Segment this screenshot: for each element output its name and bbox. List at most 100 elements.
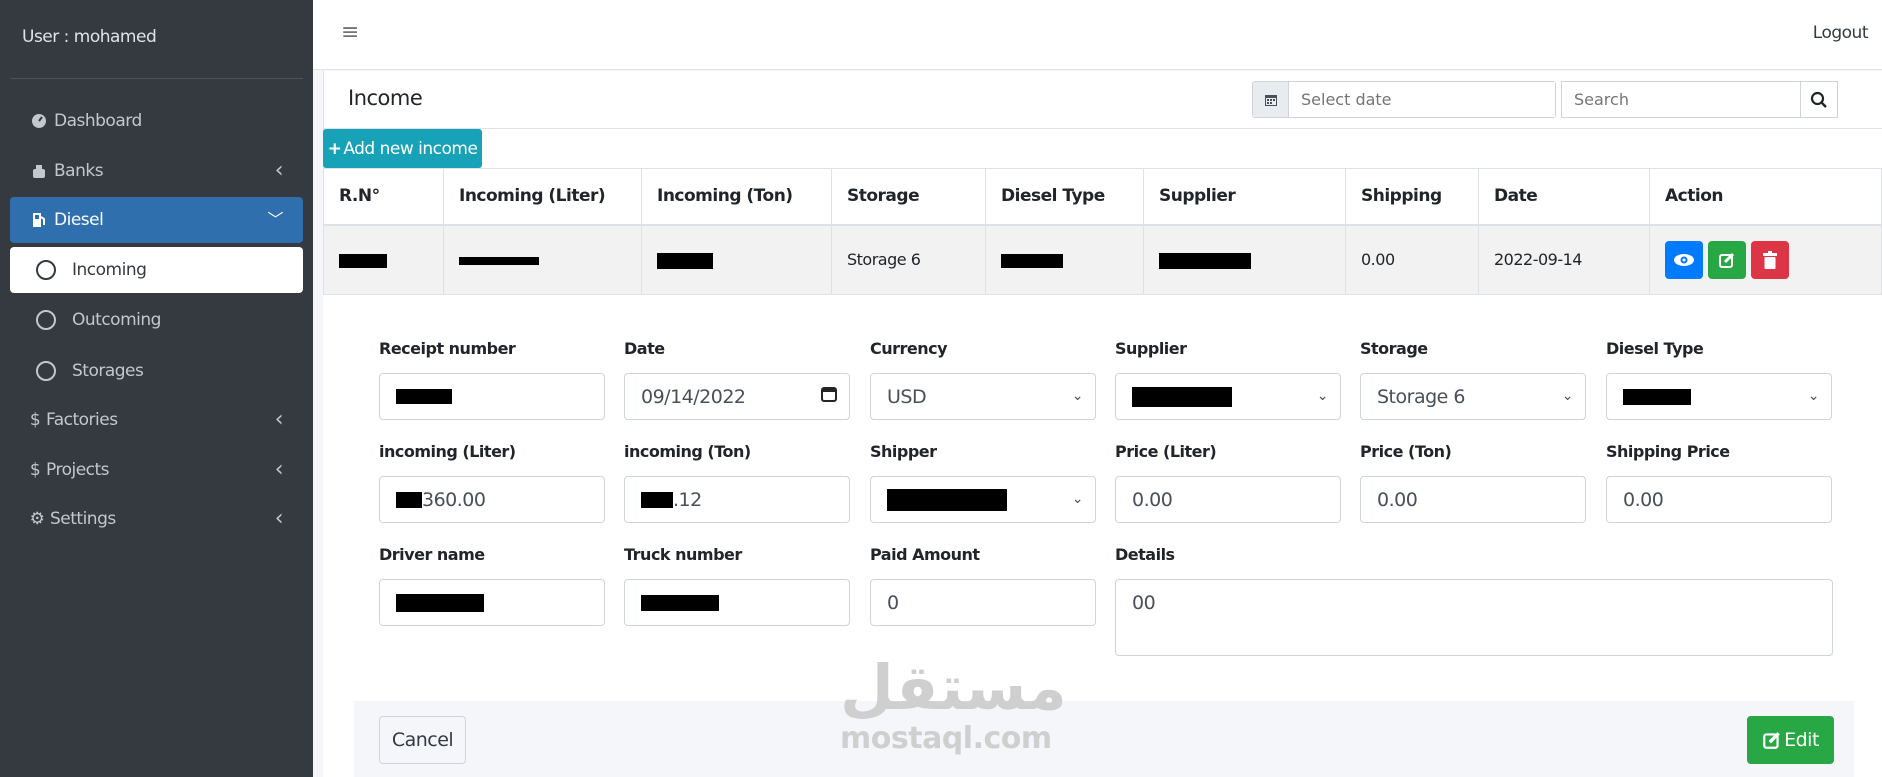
sidebar-item-label: Factories bbox=[46, 410, 118, 430]
gas-pump-icon bbox=[28, 211, 50, 229]
storage-select[interactable]: Storage 6 ⌄ bbox=[1360, 373, 1586, 420]
truck-label: Truck number bbox=[624, 545, 742, 564]
dollar-icon: $ bbox=[29, 410, 41, 430]
edit-row-button[interactable] bbox=[1708, 240, 1746, 279]
sidebar-item-banks[interactable]: Banks ‹ bbox=[10, 148, 303, 194]
chevron-down-icon: ⌄ bbox=[1807, 388, 1820, 404]
liter-label: incoming (Liter) bbox=[379, 442, 516, 461]
redaction bbox=[657, 252, 713, 269]
edit-icon bbox=[1719, 252, 1735, 268]
chevron-down-icon: ⌄ bbox=[1071, 491, 1084, 507]
redaction bbox=[459, 256, 539, 265]
driver-input[interactable] bbox=[379, 579, 605, 626]
hamburger-menu-icon[interactable]: ≡ bbox=[341, 20, 359, 45]
price-liter-label: Price (Liter) bbox=[1115, 442, 1217, 461]
cell-liter bbox=[443, 224, 642, 295]
date-input[interactable] bbox=[1289, 82, 1555, 117]
chevron-down-icon: ⌄ bbox=[1071, 388, 1084, 404]
sidebar-item-label: Projects bbox=[46, 460, 110, 480]
price-ton-label: Price (Ton) bbox=[1360, 442, 1452, 461]
circle-icon bbox=[36, 260, 56, 280]
date-field[interactable]: 09/14/2022 bbox=[624, 373, 850, 420]
receipt-label: Receipt number bbox=[379, 339, 516, 358]
ton-label: incoming (Ton) bbox=[624, 442, 751, 461]
shipper-label: Shipper bbox=[870, 442, 937, 461]
sidebar-item-dashboard[interactable]: Dashboard bbox=[10, 98, 303, 144]
redaction bbox=[1159, 252, 1251, 269]
edit-icon bbox=[1763, 732, 1780, 749]
logout-link[interactable]: Logout bbox=[1813, 23, 1869, 43]
cell-diesel-type bbox=[985, 224, 1144, 295]
sidebar-item-incoming[interactable]: Incoming bbox=[10, 247, 303, 293]
sidebar-item-projects[interactable]: $ Projects ‹ bbox=[10, 447, 303, 493]
user-label: User : mohamed bbox=[22, 27, 157, 47]
add-income-button[interactable]: + Add new income bbox=[323, 129, 482, 168]
ton-input[interactable]: .12 bbox=[624, 476, 850, 523]
search-input[interactable] bbox=[1562, 82, 1800, 117]
sidebar-item-label: Diesel bbox=[54, 210, 104, 230]
chevron-left-icon: ‹ bbox=[274, 158, 284, 183]
column-header: Shipping bbox=[1345, 168, 1479, 226]
top-navbar: ≡ Logout bbox=[313, 0, 1882, 70]
cell-ton bbox=[641, 224, 832, 295]
column-header: Supplier bbox=[1143, 168, 1346, 226]
receipt-field[interactable] bbox=[379, 373, 605, 420]
supplier-select[interactable]: ⌄ bbox=[1115, 373, 1341, 420]
eye-icon bbox=[1674, 253, 1694, 266]
income-table: R.N° Incoming (Liter) Incoming (Ton) Sto… bbox=[323, 168, 1882, 295]
search-button[interactable] bbox=[1800, 82, 1837, 117]
view-button[interactable] bbox=[1665, 240, 1703, 279]
gear-icon: ⚙ bbox=[29, 509, 45, 529]
chevron-left-icon: ‹ bbox=[274, 506, 284, 531]
currency-select[interactable]: USD ⌄ bbox=[870, 373, 1096, 420]
sidebar-item-storages[interactable]: Storages bbox=[10, 348, 303, 394]
redaction bbox=[396, 389, 452, 404]
circle-icon bbox=[36, 310, 56, 330]
column-header: Incoming (Ton) bbox=[641, 168, 832, 226]
cell-storage: Storage 6 bbox=[831, 224, 986, 295]
sidebar-item-label: Settings bbox=[50, 509, 116, 529]
search-box bbox=[1561, 81, 1838, 118]
sidebar-item-outcoming[interactable]: Outcoming bbox=[10, 297, 303, 343]
edit-button[interactable]: Edit bbox=[1747, 716, 1834, 764]
calendar-icon[interactable] bbox=[821, 386, 837, 406]
dashboard-icon bbox=[28, 113, 50, 129]
column-header: Incoming (Liter) bbox=[443, 168, 642, 226]
redaction bbox=[641, 491, 673, 508]
details-label: Details bbox=[1115, 545, 1175, 564]
shipping-price-label: Shipping Price bbox=[1606, 442, 1730, 461]
liter-input[interactable]: 360.00 bbox=[379, 476, 605, 523]
currency-label: Currency bbox=[870, 339, 948, 358]
diesel-type-select[interactable]: ⌄ bbox=[1606, 373, 1832, 420]
price-liter-input[interactable]: 0.00 bbox=[1115, 476, 1341, 523]
cancel-button[interactable]: Cancel bbox=[379, 716, 466, 764]
sidebar-item-label: Dashboard bbox=[54, 111, 142, 131]
paid-input[interactable]: 0 bbox=[870, 579, 1096, 626]
sidebar-item-settings[interactable]: ⚙ Settings ‹ bbox=[10, 496, 303, 542]
price-ton-input[interactable]: 0.00 bbox=[1360, 476, 1586, 523]
date-filter bbox=[1252, 81, 1556, 118]
details-textarea[interactable]: 00 bbox=[1115, 579, 1833, 656]
storage-label: Storage bbox=[1360, 339, 1428, 358]
cell-date: 2022-09-14 bbox=[1478, 224, 1650, 295]
trash-icon bbox=[1763, 250, 1777, 269]
watermark: مستقل mostaql.com bbox=[840, 651, 1067, 757]
plus-icon: + bbox=[327, 138, 342, 159]
card-header-divider bbox=[323, 128, 1882, 129]
delete-button[interactable] bbox=[1751, 240, 1789, 279]
circle-icon bbox=[36, 361, 56, 381]
sidebar-item-diesel[interactable]: Diesel ﹀ bbox=[10, 197, 303, 243]
shipper-select[interactable]: ⌄ bbox=[870, 476, 1096, 523]
supplier-label: Supplier bbox=[1115, 339, 1187, 358]
search-icon bbox=[1810, 91, 1827, 108]
truck-input[interactable] bbox=[624, 579, 850, 626]
sidebar-item-factories[interactable]: $ Factories ‹ bbox=[10, 397, 303, 443]
redaction bbox=[396, 491, 422, 508]
column-header: R.N° bbox=[323, 168, 444, 226]
paid-label: Paid Amount bbox=[870, 545, 980, 564]
diesel-type-label: Diesel Type bbox=[1606, 339, 1704, 358]
shipping-price-input[interactable]: 0.00 bbox=[1606, 476, 1832, 523]
calendar-icon bbox=[1253, 82, 1289, 117]
redaction bbox=[396, 593, 484, 612]
redaction bbox=[1623, 388, 1691, 405]
